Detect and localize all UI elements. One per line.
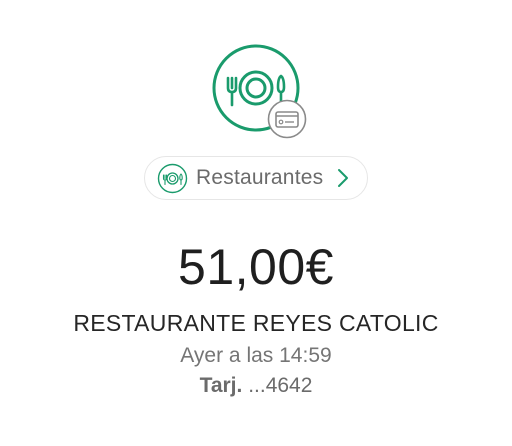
category-label: Restaurantes [196,166,324,189]
category-chip-button[interactable]: Restaurantes [144,156,368,200]
chevron-right-icon [337,168,349,188]
category-hero [211,43,309,141]
card-prefix-label: Tarj. [199,374,243,397]
transaction-detail-screen: Restaurantes 51,00€ RESTAURANTE REYES CA… [0,0,512,446]
transaction-datetime: Ayer a las 14:59 [180,344,332,367]
credit-card-icon [267,99,307,139]
card-info: Tarj. ...4642 [0,374,512,398]
restaurant-plate-small-icon [157,163,188,194]
merchant-name: RESTAURANTE REYES CATOLIC [73,310,439,336]
transaction-amount: 51,00€ [178,239,334,295]
card-number: ...4642 [242,374,313,397]
